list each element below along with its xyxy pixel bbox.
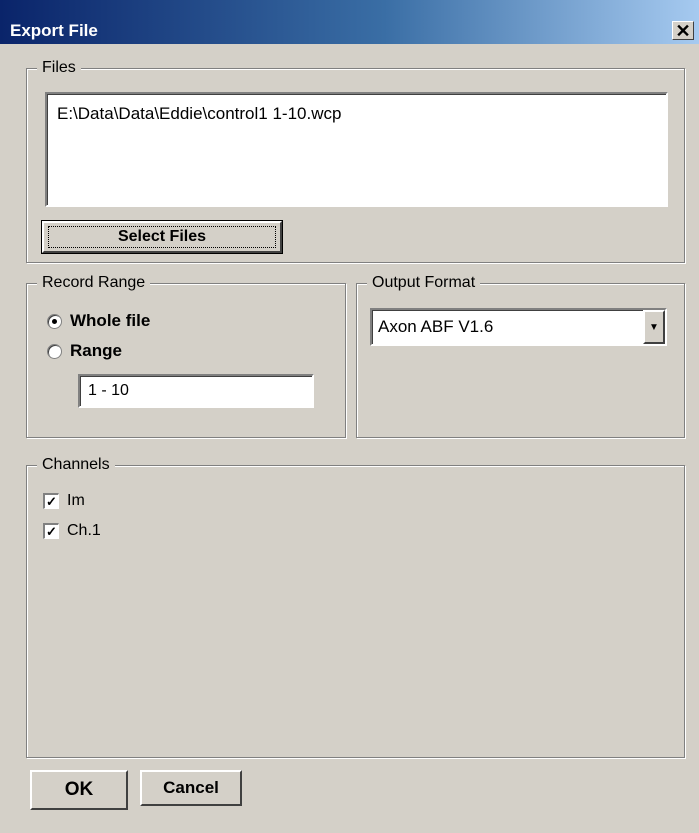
record-range-legend: Record Range xyxy=(37,273,151,293)
output-format-select[interactable]: Axon ABF V1.6 ▼ xyxy=(370,308,667,346)
radio-selected-icon xyxy=(47,313,62,329)
title-bar: Export File ✕ xyxy=(0,0,699,44)
range-label: Range xyxy=(70,341,122,360)
close-button[interactable]: ✕ xyxy=(672,21,694,40)
channel-label: Im xyxy=(67,492,85,509)
record-range-group: Record Range Whole file Range 1 - 10 xyxy=(26,273,346,438)
files-legend: Files xyxy=(37,58,81,78)
channel-checkbox-ch1[interactable]: ✓ Ch.1 xyxy=(43,522,101,540)
channel-checkbox-im[interactable]: ✓ Im xyxy=(43,492,85,510)
whole-file-label: Whole file xyxy=(70,311,151,330)
range-radio[interactable]: Range xyxy=(47,341,122,361)
files-list[interactable]: E:\Data\Data\Eddie\control1 1-10.wcp xyxy=(45,92,668,207)
range-input[interactable]: 1 - 10 xyxy=(78,374,314,408)
output-format-group: Output Format Axon ABF V1.6 ▼ xyxy=(356,273,685,438)
ok-button[interactable]: OK xyxy=(30,770,128,810)
channels-group: Channels ✓ Im ✓ Ch.1 xyxy=(26,455,685,758)
channel-label: Ch.1 xyxy=(67,522,101,539)
chevron-down-icon: ▼ xyxy=(649,321,659,333)
range-value: 1 - 10 xyxy=(88,382,129,399)
select-files-button[interactable]: Select Files xyxy=(41,220,283,254)
checkbox-checked-icon: ✓ xyxy=(43,523,59,539)
output-format-value: Axon ABF V1.6 xyxy=(378,317,494,336)
files-group: Files E:\Data\Data\Eddie\control1 1-10.w… xyxy=(26,58,685,263)
output-format-legend: Output Format xyxy=(367,273,481,293)
cancel-button[interactable]: Cancel xyxy=(140,770,242,806)
channels-legend: Channels xyxy=(37,455,115,475)
radio-unselected-icon xyxy=(47,343,62,359)
close-icon: ✕ xyxy=(675,20,691,41)
whole-file-radio[interactable]: Whole file xyxy=(47,311,150,331)
export-file-dialog: Export File ✕ Files E:\Data\Data\Eddie\c… xyxy=(0,0,699,833)
dropdown-arrow-button[interactable]: ▼ xyxy=(643,310,665,344)
checkbox-checked-icon: ✓ xyxy=(43,493,59,509)
file-list-item[interactable]: E:\Data\Data\Eddie\control1 1-10.wcp xyxy=(57,104,341,124)
window-title: Export File xyxy=(10,21,98,40)
